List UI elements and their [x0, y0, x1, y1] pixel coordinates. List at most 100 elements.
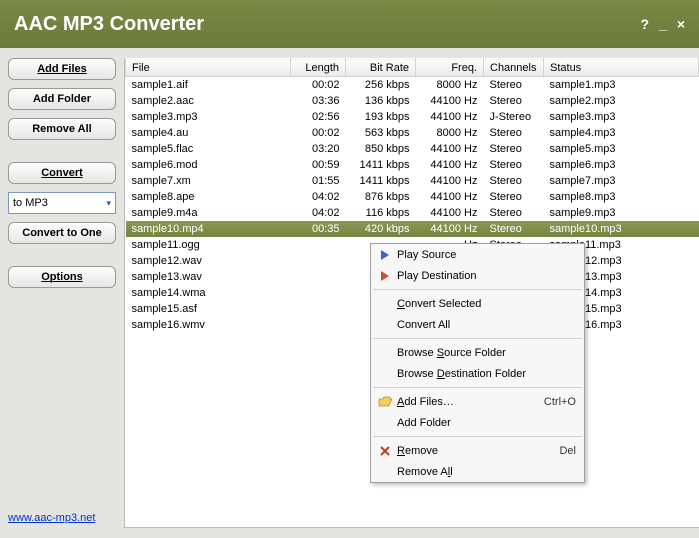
cell-freq: 44100 Hz	[416, 221, 484, 237]
cell-length	[291, 317, 346, 333]
cell-file: sample1.aif	[126, 77, 291, 93]
titlebar: AAC MP3 Converter ? _ ×	[0, 0, 699, 48]
table-row[interactable]: sample10.mp400:35420 kbps44100 HzStereos…	[126, 221, 699, 237]
col-freq[interactable]: Freq.	[416, 59, 484, 77]
col-length[interactable]: Length	[291, 59, 346, 77]
table-row[interactable]: sample9.m4a04:02116 kbps44100 HzStereosa…	[126, 205, 699, 221]
cell-channels: Stereo	[484, 93, 544, 109]
cell-bitrate: 1411 kbps	[346, 173, 416, 189]
cell-length: 00:02	[291, 125, 346, 141]
remove-all-button[interactable]: Remove All	[8, 118, 116, 140]
menu-convert-all[interactable]: Convert All	[371, 314, 584, 335]
cell-length: 04:02	[291, 189, 346, 205]
app-title: AAC MP3 Converter	[14, 13, 640, 36]
cell-bitrate: 850 kbps	[346, 141, 416, 157]
cell-freq: 44100 Hz	[416, 205, 484, 221]
cell-status: sample4.mp3	[544, 125, 699, 141]
cell-file: sample9.m4a	[126, 205, 291, 221]
menu-shortcut: Del	[559, 445, 576, 457]
format-select[interactable]: to MP3 ▾	[8, 192, 116, 214]
cell-freq: 44100 Hz	[416, 93, 484, 109]
footer-link[interactable]: www.aac-mp3.net	[8, 512, 116, 524]
col-bitrate[interactable]: Bit Rate	[346, 59, 416, 77]
menu-remove[interactable]: Remove Del	[371, 440, 584, 461]
cell-bitrate: 876 kbps	[346, 189, 416, 205]
table-row[interactable]: sample3.mp302:56193 kbps44100 HzJ-Stereo…	[126, 109, 699, 125]
add-folder-button[interactable]: Add Folder	[8, 88, 116, 110]
menu-play-destination[interactable]: Play Destination	[371, 265, 584, 286]
menu-play-source[interactable]: Play Source	[371, 244, 584, 265]
cell-status: sample5.mp3	[544, 141, 699, 157]
menu-browse-dest[interactable]: Browse Destination Folder	[371, 363, 584, 384]
menu-remove-all[interactable]: Remove All	[371, 461, 584, 482]
cell-bitrate: 563 kbps	[346, 125, 416, 141]
table-row[interactable]: sample2.aac03:36136 kbps44100 HzStereosa…	[126, 93, 699, 109]
cell-bitrate: 193 kbps	[346, 109, 416, 125]
format-select-label: to MP3	[13, 197, 48, 209]
cell-channels: J-Stereo	[484, 109, 544, 125]
add-files-button[interactable]: Add Files	[8, 58, 116, 80]
cell-length: 03:20	[291, 141, 346, 157]
menu-add-folder[interactable]: Add Folder	[371, 412, 584, 433]
cell-file: sample13.wav	[126, 269, 291, 285]
cell-freq: 44100 Hz	[416, 173, 484, 189]
cell-length	[291, 253, 346, 269]
options-button[interactable]: Options	[8, 266, 116, 288]
cell-channels: Stereo	[484, 173, 544, 189]
cell-length: 02:56	[291, 109, 346, 125]
cell-bitrate: 420 kbps	[346, 221, 416, 237]
chevron-down-icon: ▾	[106, 198, 111, 209]
convert-to-one-button[interactable]: Convert to One	[8, 222, 116, 244]
col-channels[interactable]: Channels	[484, 59, 544, 77]
cell-file: sample14.wma	[126, 285, 291, 301]
cell-length: 04:02	[291, 205, 346, 221]
cell-status: sample8.mp3	[544, 189, 699, 205]
context-menu: Play Source Play Destination Convert Sel…	[370, 243, 585, 483]
cell-bitrate: 136 kbps	[346, 93, 416, 109]
cell-bitrate: 1411 kbps	[346, 157, 416, 173]
cell-file: sample2.aac	[126, 93, 291, 109]
content: Add Files Add Folder Remove All Convert …	[0, 48, 699, 538]
table-header-row: File Length Bit Rate Freq. Channels Stat…	[126, 59, 699, 77]
cell-file: sample16.wmv	[126, 317, 291, 333]
cell-file: sample5.flac	[126, 141, 291, 157]
menu-add-files[interactable]: Add Files… Ctrl+O	[371, 391, 584, 412]
sidebar: Add Files Add Folder Remove All Convert …	[0, 48, 124, 538]
play-icon	[375, 271, 395, 281]
table-row[interactable]: sample5.flac03:20850 kbps44100 HzStereos…	[126, 141, 699, 157]
col-status[interactable]: Status	[544, 59, 699, 77]
cell-status: sample2.mp3	[544, 93, 699, 109]
cell-channels: Stereo	[484, 189, 544, 205]
cell-file: sample4.au	[126, 125, 291, 141]
table-row[interactable]: sample7.xm01:551411 kbps44100 HzStereosa…	[126, 173, 699, 189]
menu-browse-source[interactable]: Browse Source Folder	[371, 342, 584, 363]
cell-status: sample3.mp3	[544, 109, 699, 125]
table-row[interactable]: sample4.au00:02563 kbps8000 HzStereosamp…	[126, 125, 699, 141]
cell-file: sample8.ape	[126, 189, 291, 205]
cell-length: 00:02	[291, 77, 346, 93]
cell-length: 00:59	[291, 157, 346, 173]
convert-button[interactable]: Convert	[8, 162, 116, 184]
col-file[interactable]: File	[126, 59, 291, 77]
cell-status: sample10.mp3	[544, 221, 699, 237]
cell-length	[291, 269, 346, 285]
cell-file: sample15.asf	[126, 301, 291, 317]
table-row[interactable]: sample8.ape04:02876 kbps44100 HzStereosa…	[126, 189, 699, 205]
table-row[interactable]: sample6.mod00:591411 kbps44100 HzStereos…	[126, 157, 699, 173]
cell-file: sample7.xm	[126, 173, 291, 189]
cell-length: 01:55	[291, 173, 346, 189]
cell-length: 03:36	[291, 93, 346, 109]
cell-length	[291, 301, 346, 317]
minimize-button[interactable]: _	[659, 16, 667, 32]
cell-status: sample6.mp3	[544, 157, 699, 173]
play-icon	[375, 250, 395, 260]
menu-convert-selected[interactable]: Convert Selected	[371, 293, 584, 314]
cell-channels: Stereo	[484, 221, 544, 237]
cell-channels: Stereo	[484, 77, 544, 93]
help-button[interactable]: ?	[640, 16, 649, 32]
close-button[interactable]: ×	[677, 16, 685, 32]
cell-freq: 8000 Hz	[416, 77, 484, 93]
table-row[interactable]: sample1.aif00:02256 kbps8000 HzStereosam…	[126, 77, 699, 93]
cell-freq: 44100 Hz	[416, 157, 484, 173]
cell-status: sample7.mp3	[544, 173, 699, 189]
